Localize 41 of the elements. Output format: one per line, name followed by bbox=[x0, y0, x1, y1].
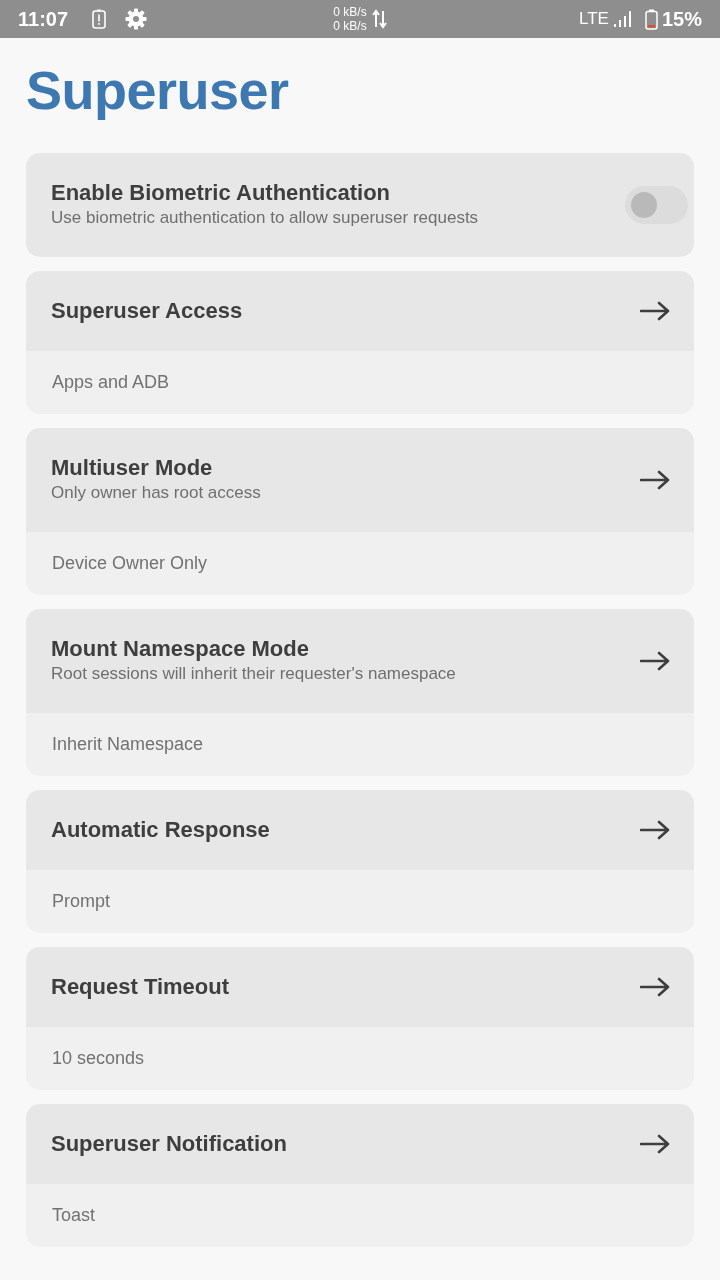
arrow-right-icon bbox=[640, 977, 670, 997]
setting-description: Only owner has root access bbox=[51, 482, 262, 504]
clock-time: 11:07 bbox=[18, 7, 69, 31]
setting-title: Request Timeout bbox=[51, 974, 231, 1000]
battery-alert-icon bbox=[92, 9, 107, 29]
setting-value: Apps and ADB bbox=[52, 372, 170, 392]
arrow-right-icon bbox=[640, 820, 670, 840]
setting-title: Mount Namespace Mode bbox=[51, 636, 310, 662]
setting-row[interactable]: Multiuser Mode Only owner has root access bbox=[26, 428, 694, 532]
network-type: LTE bbox=[579, 9, 609, 29]
setting-description: Root sessions will inherit their requester's namespace bbox=[51, 663, 457, 685]
signal-icon bbox=[613, 11, 632, 27]
setting-value: Toast bbox=[52, 1205, 96, 1225]
setting-title: Enable Biometric Authentication bbox=[51, 180, 391, 206]
setting-value: 10 seconds bbox=[52, 1048, 145, 1068]
arrow-right-icon bbox=[640, 1134, 670, 1154]
network-speed: 0 kB/s bbox=[333, 19, 367, 33]
setting-value: Prompt bbox=[52, 891, 111, 911]
setting-title: Superuser Access bbox=[51, 298, 244, 324]
setting-row[interactable]: Superuser Access bbox=[26, 271, 694, 351]
data-transfer-icon bbox=[371, 9, 387, 29]
page-title: Superuser bbox=[25, 59, 290, 122]
network-speed: 0 kB/s bbox=[333, 5, 367, 19]
setting-title: Superuser Notification bbox=[51, 1131, 288, 1157]
setting-row[interactable]: Enable Biometric Authentication Use biometric authentication to allow superuser requests bbox=[26, 153, 694, 257]
setting-title: Automatic Response bbox=[51, 817, 271, 843]
setting-description: Use biometric authentication to allow superuser requests bbox=[51, 207, 480, 229]
setting-value: Device Owner Only bbox=[52, 553, 208, 573]
arrow-right-icon bbox=[640, 651, 670, 671]
settings-icon bbox=[125, 8, 148, 30]
setting-title: Multiuser Mode bbox=[51, 455, 214, 481]
battery-icon bbox=[644, 8, 658, 30]
arrow-right-icon bbox=[640, 301, 670, 321]
setting-row[interactable]: Superuser Notification bbox=[26, 1104, 694, 1184]
setting-row[interactable]: Mount Namespace Mode Root sessions will inherit their requester's namespace bbox=[26, 609, 694, 713]
toggle-switch[interactable] bbox=[625, 186, 688, 224]
setting-value: Inherit Namespace bbox=[52, 734, 204, 754]
setting-row[interactable]: Request Timeout bbox=[26, 947, 694, 1027]
arrow-right-icon bbox=[640, 470, 670, 490]
setting-row[interactable]: Automatic Response bbox=[26, 790, 694, 870]
battery-percentage: 15% bbox=[661, 7, 702, 31]
